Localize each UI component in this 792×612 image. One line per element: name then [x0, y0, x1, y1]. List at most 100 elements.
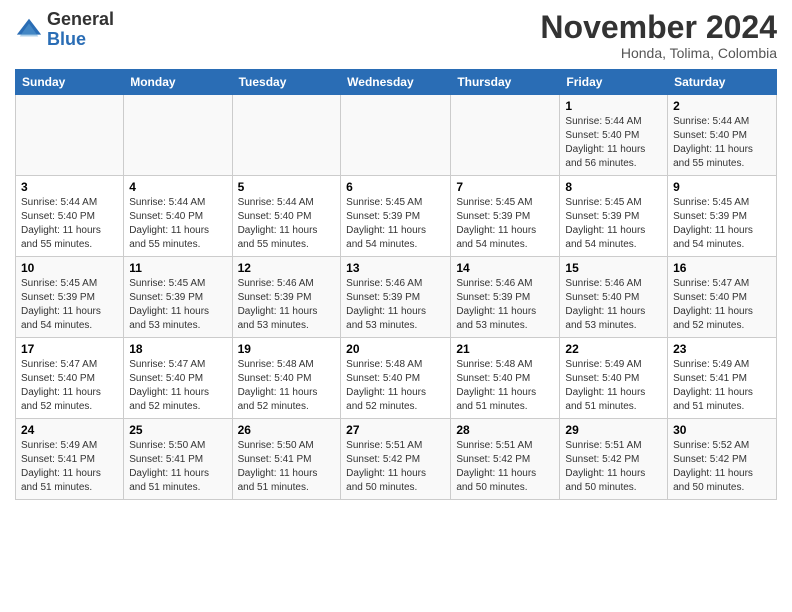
day-number: 12: [238, 261, 336, 275]
calendar-week-2: 3 Sunrise: 5:44 AM Sunset: 5:40 PM Daylig…: [16, 176, 777, 257]
title-block: November 2024 Honda, Tolima, Colombia: [540, 10, 777, 61]
day-info: Sunrise: 5:50 AM Sunset: 5:41 PM Dayligh…: [129, 439, 226, 495]
calendar-cell: [124, 95, 232, 176]
calendar-cell: 11 Sunrise: 5:45 AM Sunset: 5:39 PM Dayli…: [124, 257, 232, 338]
calendar-cell: 17Sunrise: 5:47 AM Sunset: 5:40 PM Dayli…: [16, 338, 124, 419]
day-info: Sunrise: 5:49 AM Sunset: 5:41 PM Dayligh…: [21, 439, 118, 495]
day-info: Sunrise: 5:46 AM Sunset: 5:39 PM Dayligh…: [346, 277, 445, 333]
calendar-cell: 2 Sunrise: 5:44 AM Sunset: 5:40 PM Daylig…: [668, 95, 777, 176]
calendar-cell: 28Sunrise: 5:51 AM Sunset: 5:42 PM Dayli…: [451, 419, 560, 500]
day-info: Sunrise: 5:48 AM Sunset: 5:40 PM Dayligh…: [346, 358, 445, 414]
day-number: 23: [673, 342, 771, 356]
day-number: 16: [673, 261, 771, 275]
calendar: SundayMondayTuesdayWednesdayThursdayFrid…: [15, 69, 777, 500]
day-number: 18: [129, 342, 226, 356]
day-number: 29: [565, 423, 662, 437]
day-info: Sunrise: 5:52 AM Sunset: 5:42 PM Dayligh…: [673, 439, 771, 495]
day-info: Sunrise: 5:47 AM Sunset: 5:40 PM Dayligh…: [673, 277, 771, 333]
day-info: Sunrise: 5:47 AM Sunset: 5:40 PM Dayligh…: [129, 358, 226, 414]
weekday-header-tuesday: Tuesday: [232, 70, 341, 95]
logo-blue: Blue: [47, 29, 86, 49]
day-number: 20: [346, 342, 445, 356]
calendar-cell: 15 Sunrise: 5:46 AM Sunset: 5:40 PM Dayli…: [560, 257, 668, 338]
month-title: November 2024: [540, 10, 777, 45]
day-number: 11: [129, 261, 226, 275]
calendar-cell: 16 Sunrise: 5:47 AM Sunset: 5:40 PM Dayli…: [668, 257, 777, 338]
location: Honda, Tolima, Colombia: [540, 45, 777, 61]
logo-text: General Blue: [47, 10, 114, 50]
day-number: 24: [21, 423, 118, 437]
calendar-cell: 4 Sunrise: 5:44 AM Sunset: 5:40 PM Daylig…: [124, 176, 232, 257]
weekday-header-sunday: Sunday: [16, 70, 124, 95]
calendar-cell: 20 Sunrise: 5:48 AM Sunset: 5:40 PM Dayli…: [341, 338, 451, 419]
day-info: Sunrise: 5:44 AM Sunset: 5:40 PM Dayligh…: [238, 196, 336, 252]
calendar-cell: 27 Sunrise: 5:51 AM Sunset: 5:42 PM Dayli…: [341, 419, 451, 500]
calendar-cell: 13 Sunrise: 5:46 AM Sunset: 5:39 PM Dayli…: [341, 257, 451, 338]
weekday-header-friday: Friday: [560, 70, 668, 95]
day-number: 6: [346, 180, 445, 194]
page: General Blue November 2024 Honda, Tolima…: [0, 0, 792, 515]
day-number: 25: [129, 423, 226, 437]
calendar-cell: 26 Sunrise: 5:50 AM Sunset: 5:41 PM Dayli…: [232, 419, 341, 500]
day-number: 10: [21, 261, 118, 275]
calendar-cell: 14 Sunrise: 5:46 AM Sunset: 5:39 PM Dayli…: [451, 257, 560, 338]
weekday-header-wednesday: Wednesday: [341, 70, 451, 95]
day-info: Sunrise: 5:51 AM Sunset: 5:42 PM Dayligh…: [565, 439, 662, 495]
day-number: 4: [129, 180, 226, 194]
day-info: Sunrise: 5:51 AM Sunset: 5:42 PM Dayligh…: [346, 439, 445, 495]
day-info: Sunrise: 5:45 AM Sunset: 5:39 PM Dayligh…: [346, 196, 445, 252]
day-number: 2: [673, 99, 771, 113]
day-info: Sunrise: 5:46 AM Sunset: 5:39 PM Dayligh…: [456, 277, 554, 333]
day-info: Sunrise: 5:46 AM Sunset: 5:39 PM Dayligh…: [238, 277, 336, 333]
calendar-header: SundayMondayTuesdayWednesdayThursdayFrid…: [16, 70, 777, 95]
calendar-cell: [451, 95, 560, 176]
day-number: 13: [346, 261, 445, 275]
calendar-cell: [16, 95, 124, 176]
calendar-cell: 3Sunrise: 5:44 AM Sunset: 5:40 PM Daylig…: [16, 176, 124, 257]
day-number: 14: [456, 261, 554, 275]
calendar-cell: 22Sunrise: 5:49 AM Sunset: 5:40 PM Dayli…: [560, 338, 668, 419]
day-number: 8: [565, 180, 662, 194]
logo-icon: [15, 16, 43, 44]
calendar-cell: 6 Sunrise: 5:45 AM Sunset: 5:39 PM Daylig…: [341, 176, 451, 257]
calendar-cell: 30Sunrise: 5:52 AM Sunset: 5:42 PM Dayli…: [668, 419, 777, 500]
day-info: Sunrise: 5:48 AM Sunset: 5:40 PM Dayligh…: [238, 358, 336, 414]
calendar-cell: 29 Sunrise: 5:51 AM Sunset: 5:42 PM Dayli…: [560, 419, 668, 500]
day-info: Sunrise: 5:45 AM Sunset: 5:39 PM Dayligh…: [673, 196, 771, 252]
calendar-cell: 9 Sunrise: 5:45 AM Sunset: 5:39 PM Daylig…: [668, 176, 777, 257]
calendar-cell: 1 Sunrise: 5:44 AM Sunset: 5:40 PM Daylig…: [560, 95, 668, 176]
day-info: Sunrise: 5:45 AM Sunset: 5:39 PM Dayligh…: [129, 277, 226, 333]
day-info: Sunrise: 5:44 AM Sunset: 5:40 PM Dayligh…: [129, 196, 226, 252]
calendar-cell: 25 Sunrise: 5:50 AM Sunset: 5:41 PM Dayli…: [124, 419, 232, 500]
calendar-week-4: 17Sunrise: 5:47 AM Sunset: 5:40 PM Dayli…: [16, 338, 777, 419]
logo: General Blue: [15, 10, 114, 50]
day-number: 19: [238, 342, 336, 356]
day-info: Sunrise: 5:45 AM Sunset: 5:39 PM Dayligh…: [565, 196, 662, 252]
day-info: Sunrise: 5:44 AM Sunset: 5:40 PM Dayligh…: [673, 115, 771, 171]
day-info: Sunrise: 5:45 AM Sunset: 5:39 PM Dayligh…: [456, 196, 554, 252]
day-number: 26: [238, 423, 336, 437]
day-info: Sunrise: 5:44 AM Sunset: 5:40 PM Dayligh…: [565, 115, 662, 171]
weekday-header-thursday: Thursday: [451, 70, 560, 95]
day-number: 5: [238, 180, 336, 194]
header: General Blue November 2024 Honda, Tolima…: [15, 10, 777, 61]
day-number: 9: [673, 180, 771, 194]
day-info: Sunrise: 5:50 AM Sunset: 5:41 PM Dayligh…: [238, 439, 336, 495]
day-info: Sunrise: 5:46 AM Sunset: 5:40 PM Dayligh…: [565, 277, 662, 333]
calendar-cell: 5 Sunrise: 5:44 AM Sunset: 5:40 PM Daylig…: [232, 176, 341, 257]
calendar-week-1: 1 Sunrise: 5:44 AM Sunset: 5:40 PM Daylig…: [16, 95, 777, 176]
day-info: Sunrise: 5:49 AM Sunset: 5:40 PM Dayligh…: [565, 358, 662, 414]
weekday-header-monday: Monday: [124, 70, 232, 95]
day-number: 15: [565, 261, 662, 275]
day-number: 27: [346, 423, 445, 437]
weekday-row: SundayMondayTuesdayWednesdayThursdayFrid…: [16, 70, 777, 95]
calendar-cell: 24 Sunrise: 5:49 AM Sunset: 5:41 PM Dayli…: [16, 419, 124, 500]
calendar-week-3: 10 Sunrise: 5:45 AM Sunset: 5:39 PM Dayli…: [16, 257, 777, 338]
weekday-header-saturday: Saturday: [668, 70, 777, 95]
day-number: 3: [21, 180, 118, 194]
day-number: 7: [456, 180, 554, 194]
calendar-body: 1 Sunrise: 5:44 AM Sunset: 5:40 PM Daylig…: [16, 95, 777, 500]
day-number: 1: [565, 99, 662, 113]
day-info: Sunrise: 5:51 AM Sunset: 5:42 PM Dayligh…: [456, 439, 554, 495]
logo-general: General: [47, 9, 114, 29]
